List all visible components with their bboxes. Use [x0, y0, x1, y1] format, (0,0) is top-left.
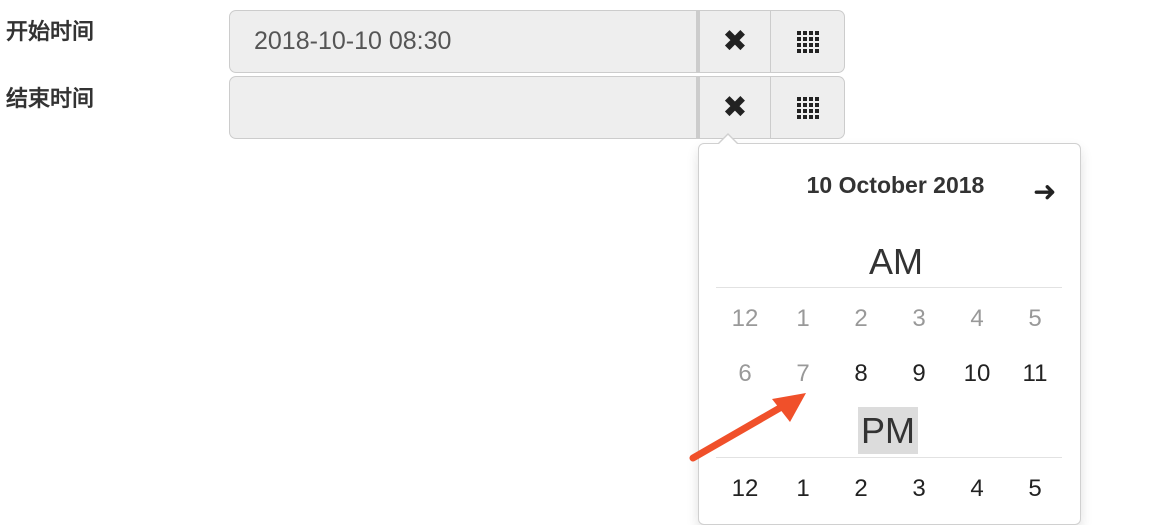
start-time-input[interactable]: 2018-10-10 08:30 [229, 10, 697, 73]
am-hour-10[interactable]: 10 [948, 346, 1006, 401]
pm-hour-1[interactable]: 1 [774, 461, 832, 516]
close-icon: ✖ [722, 91, 748, 124]
divider [716, 457, 1062, 458]
close-icon: ✖ [722, 25, 748, 58]
start-time-clear-button[interactable]: ✖ [697, 10, 771, 73]
end-time-picker-button[interactable] [771, 76, 845, 139]
datetime-picker-popup: 10 October 2018 ➜ AM 12 1 2 3 4 5 6 7 8 9 10 11 PM … [698, 133, 1081, 525]
am-hour-2: 2 [854, 305, 868, 332]
start-time-label: 开始时间 [6, 20, 95, 45]
am-hour-4: 4 [970, 305, 984, 332]
am-label: AM [869, 241, 923, 282]
divider [716, 287, 1062, 288]
end-time-label: 结束时间 [6, 87, 95, 112]
pm-hour-4[interactable]: 4 [948, 461, 1006, 516]
calendar-grid-icon [796, 30, 819, 53]
end-time-input[interactable] [229, 76, 697, 139]
am-hour-3: 3 [912, 305, 926, 332]
start-time-picker-button[interactable] [771, 10, 845, 73]
am-hour-6: 6 [738, 360, 752, 387]
am-hour-1: 1 [796, 305, 810, 332]
am-hour-9[interactable]: 9 [890, 346, 948, 401]
pm-label: PM [858, 407, 918, 454]
am-hour-5: 5 [1028, 305, 1042, 332]
pm-hour-5[interactable]: 5 [1006, 461, 1064, 516]
am-hour-11[interactable]: 11 [1006, 346, 1064, 401]
start-time-input-group: 2018-10-10 08:30 ✖ [229, 10, 846, 73]
pm-hour-2[interactable]: 2 [832, 461, 890, 516]
pm-hours-grid: 12 1 2 3 4 5 [716, 461, 1064, 516]
calendar-grid-icon [796, 96, 819, 119]
arrow-right-icon: ➜ [1033, 176, 1057, 207]
pm-hour-3[interactable]: 3 [890, 461, 948, 516]
next-day-button[interactable]: ➜ [1033, 175, 1056, 208]
end-time-input-group: ✖ [229, 76, 846, 139]
am-hour-12: 12 [731, 305, 759, 332]
am-hour-8[interactable]: 8 [832, 346, 890, 401]
pm-hour-12[interactable]: 12 [716, 461, 774, 516]
end-time-clear-button[interactable]: ✖ [697, 76, 771, 139]
am-hours-grid: 12 1 2 3 4 5 6 7 8 9 10 11 [716, 291, 1064, 401]
am-hour-7: 7 [796, 360, 810, 387]
